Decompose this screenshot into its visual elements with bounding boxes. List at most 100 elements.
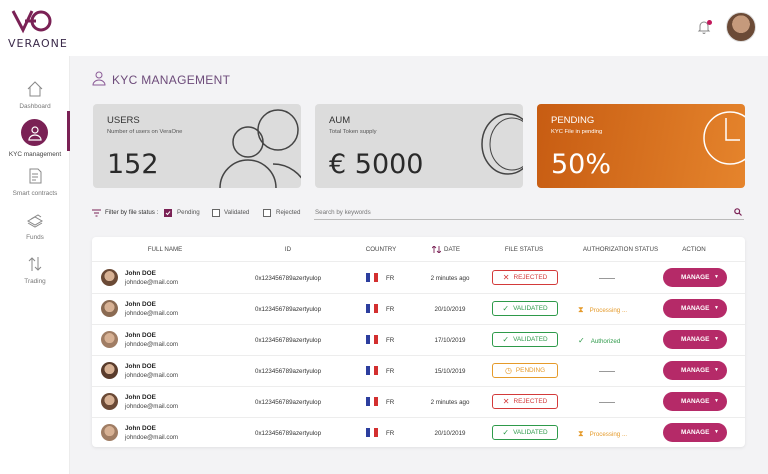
file-status-badge: ✕ REJECTED [492, 270, 558, 285]
close-icon: ✕ [502, 397, 510, 406]
notification-dot [707, 20, 712, 25]
rejected-checkbox[interactable] [263, 209, 271, 217]
caret-down-icon: ▼ [714, 429, 719, 435]
empty-dash [599, 278, 615, 279]
france-flag-icon [366, 335, 378, 344]
sidebar-item-funds[interactable]: Funds [0, 211, 70, 255]
filter-icon [92, 209, 101, 217]
row-date: 20/10/2019 [434, 306, 466, 313]
document-icon [29, 168, 42, 184]
user-name: John DOE [125, 394, 156, 401]
auth-status: ⧗ Processing ... [578, 429, 627, 439]
pending-checkbox[interactable] [164, 209, 172, 217]
table-row: John DOE johndoe@mail.com 0x123456789azert… [92, 418, 745, 449]
sidebar-item-trading[interactable]: Trading [0, 255, 70, 299]
card-title: PENDING [551, 115, 595, 126]
country-code: FR [386, 399, 395, 406]
caret-down-icon: ▼ [714, 367, 719, 373]
file-status-text: REJECTED [513, 274, 548, 282]
user-name: John DOE [125, 301, 156, 308]
file-status-text: REJECTED [513, 398, 548, 406]
header-id[interactable]: ID [248, 246, 328, 253]
row-date: 2 minutes ago [430, 275, 470, 282]
user-id: 0x123456789azertyulop [255, 275, 322, 282]
clock-icon [703, 111, 745, 165]
country-code: FR [386, 275, 395, 282]
card-value: 152 [107, 149, 159, 180]
sidebar-item-smart-contracts[interactable]: Smart contracts [0, 167, 70, 211]
check-icon: ✓ [578, 336, 585, 345]
manage-button[interactable]: MANAGE ▼ [663, 299, 727, 318]
users-card: USERS Number of users on VeraOne 152 [93, 104, 301, 188]
card-subtitle: KYC File in pending [551, 129, 603, 135]
header-full-name[interactable]: FULL NAME [125, 246, 205, 253]
check-icon: ✓ [502, 304, 510, 313]
auth-status: ✓ Authorized [578, 336, 620, 345]
avatar [101, 269, 118, 286]
validated-checkbox[interactable] [212, 209, 220, 217]
clock-icon: ◷ [504, 366, 512, 375]
table-row: John DOE johndoe@mail.com 0x123456789azert… [92, 356, 745, 387]
search-icon[interactable] [734, 208, 742, 216]
country-code: FR [386, 306, 395, 313]
header-date[interactable]: DATE [444, 246, 464, 253]
caret-down-icon: ▼ [714, 398, 719, 404]
file-status-badge: ✓ VALIDATED [492, 301, 558, 316]
caret-down-icon: ▼ [714, 305, 719, 311]
user-avatar[interactable] [726, 12, 756, 42]
veraone-logo[interactable]: VERAONE [8, 8, 67, 50]
manage-button[interactable]: MANAGE ▼ [663, 423, 727, 442]
header-action[interactable]: ACTION [654, 246, 734, 253]
file-status-badge: ✓ VALIDATED [492, 425, 558, 440]
pending-card: PENDING KYC File in pending 50% [537, 104, 745, 188]
empty-dash [599, 402, 615, 403]
auth-status-text: Authorized [590, 338, 621, 345]
user-email: johndoe@mail.com [125, 279, 179, 286]
search-input[interactable]: Search by keywords [314, 208, 744, 220]
header-file-status[interactable]: FILE STATUS [484, 246, 564, 253]
card-subtitle: Number of users on VeraOne [107, 129, 183, 135]
manage-button[interactable]: MANAGE ▼ [663, 392, 727, 411]
manage-button[interactable]: MANAGE ▼ [663, 361, 727, 380]
user-name: John DOE [125, 332, 156, 339]
manage-label: MANAGE [681, 336, 710, 343]
manage-label: MANAGE [681, 398, 710, 405]
sidebar-active-bar [67, 111, 70, 151]
sidebar-item-label: KYC management [8, 151, 62, 158]
logo-icon [11, 10, 52, 34]
user-email: johndoe@mail.com [125, 310, 179, 317]
table-row: John DOE johndoe@mail.com 0x123456789azert… [92, 325, 745, 356]
manage-button[interactable]: MANAGE ▼ [663, 330, 727, 349]
sort-icon[interactable] [432, 246, 441, 253]
sidebar-item-label: Trading [24, 278, 46, 285]
sidebar-item-kyc-management[interactable]: KYC management [0, 119, 70, 169]
manage-button[interactable]: MANAGE ▼ [663, 268, 727, 287]
manage-label: MANAGE [681, 429, 710, 436]
file-status-text: VALIDATED [513, 336, 548, 344]
country-code: FR [386, 430, 395, 437]
card-title: AUM [329, 115, 351, 126]
user-email: johndoe@mail.com [125, 341, 179, 348]
avatar [101, 331, 118, 348]
avatar [101, 393, 118, 410]
coin-icon [481, 113, 523, 175]
file-status-badge: ◷ PENDING [492, 363, 558, 378]
table-row: John DOE johndoe@mail.com 0x123456789azert… [92, 263, 745, 294]
sidebar-item-dashboard[interactable]: Dashboard [0, 80, 70, 124]
hourglass-icon: ⧗ [578, 429, 584, 438]
page-title: KYC MANAGEMENT [112, 73, 231, 87]
filter-label: Filter by file status : [105, 209, 159, 216]
france-flag-icon [366, 366, 378, 375]
france-flag-icon [366, 428, 378, 437]
funds-icon [26, 214, 44, 228]
country-code: FR [386, 337, 395, 344]
table-row: John DOE johndoe@mail.com 0x123456789azert… [92, 294, 745, 325]
user-icon [92, 71, 106, 86]
aum-card: AUM Total Token supply € 5000 [315, 104, 523, 188]
user-id: 0x123456789azertyulop [255, 337, 322, 344]
avatar [101, 300, 118, 317]
validated-filter-label: Validated [224, 209, 250, 216]
caret-down-icon: ▼ [714, 336, 719, 342]
avatar [101, 424, 118, 441]
header-country[interactable]: COUNTRY [341, 246, 421, 253]
